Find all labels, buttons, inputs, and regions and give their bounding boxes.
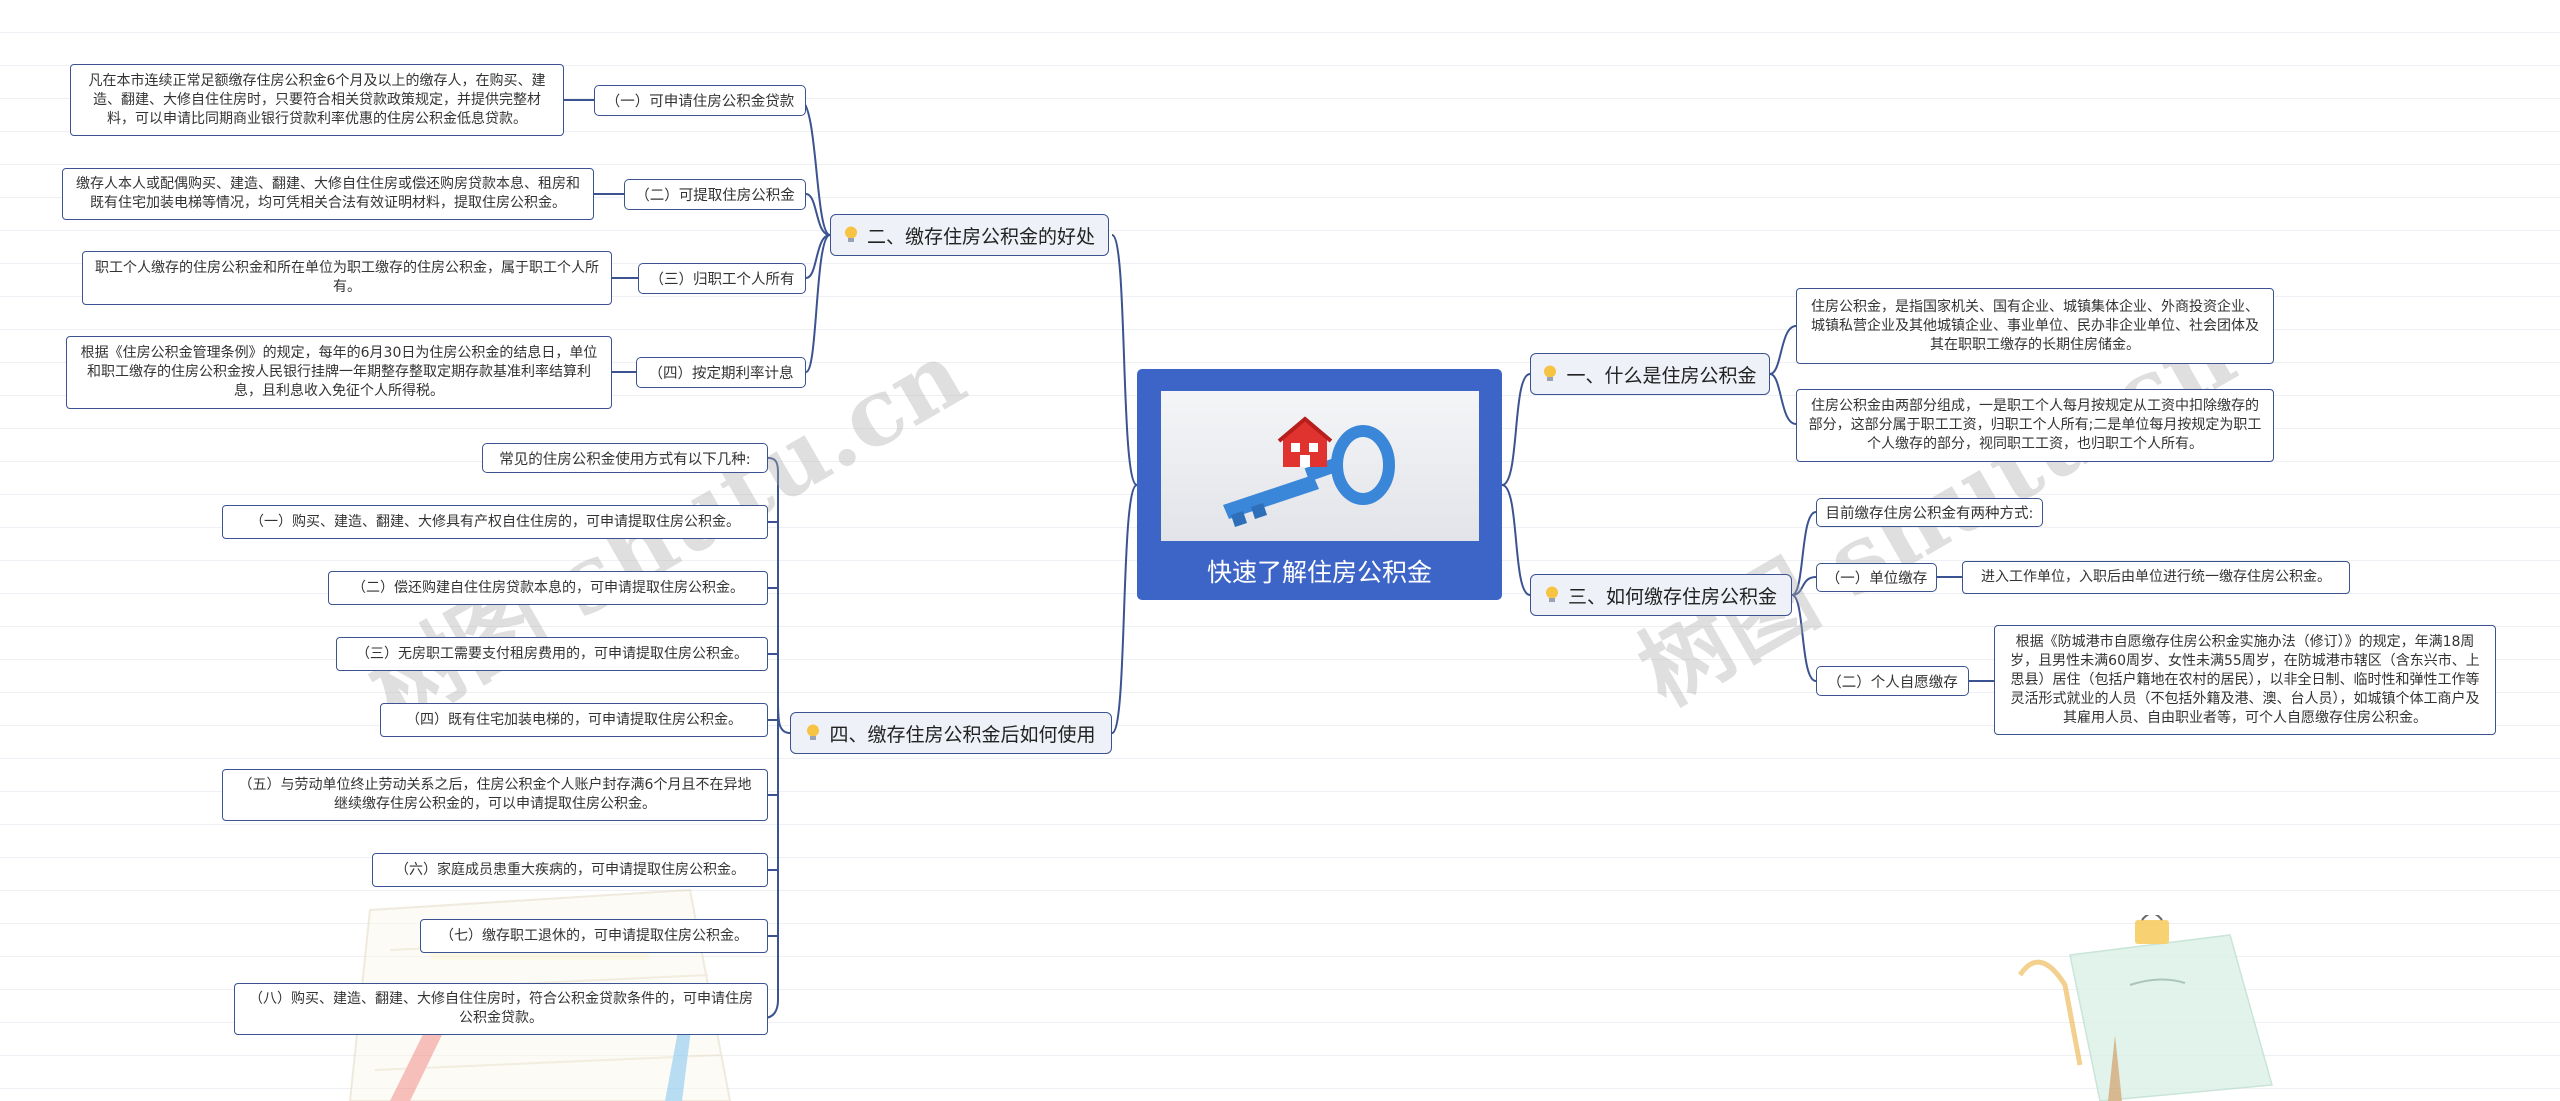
sub-unit-deposit[interactable]: （一）单位缴存: [1816, 563, 1937, 592]
lightbulb-icon: [844, 226, 858, 244]
usage-item-3: （三）无房职工需要支付租房费用的，可申请提取住房公积金。: [336, 637, 768, 671]
usage-item-8: （八）购买、建造、翻建、大修自住住房时，符合公积金贷款条件的，可申请住房公积金贷…: [234, 983, 768, 1035]
sub-interest[interactable]: （四）按定期利率计息: [636, 357, 806, 388]
usage-item-4: （四）既有住宅加装电梯的，可申请提取住房公积金。: [380, 703, 768, 737]
usage-item-7: （七）缴存职工退休的，可申请提取住房公积金。: [420, 919, 768, 953]
branch-label: 二、缴存住房公积金的好处: [866, 225, 1095, 248]
usage-item-5: （五）与劳动单位终止劳动关系之后，住房公积金个人账户封存满6个月且不在异地继续缴…: [222, 769, 768, 821]
lightbulb-icon: [1543, 365, 1557, 383]
branch-how-to-deposit[interactable]: 三、如何缴存住房公积金: [1530, 574, 1792, 616]
leaf-definition: 住房公积金，是指国家机关、国有企业、城镇集体企业、外商投资企业、城镇私营企业及其…: [1796, 288, 2274, 364]
branch-label: 四、缴存住房公积金后如何使用: [829, 723, 1096, 746]
sub-loan[interactable]: （一）可申请住房公积金贷款: [594, 85, 806, 116]
leaf-composition: 住房公积金由两部分组成，一是职工个人每月按规定从工资中扣除缴存的部分，这部分属于…: [1796, 389, 2274, 462]
leaf-ownership: 职工个人缴存的住房公积金和所在单位为职工缴存的住房公积金，属于职工个人所有。: [82, 251, 612, 305]
branch-what-is-fund[interactable]: 一、什么是住房公积金: [1530, 353, 1770, 395]
house-key-icon: [1161, 391, 1479, 541]
leaf-loan: 凡在本市连续正常足额缴存住房公积金6个月及以上的缴存人，在购买、建造、翻建、大修…: [70, 64, 564, 136]
sub-voluntary-deposit[interactable]: （二）个人自愿缴存: [1816, 666, 1969, 696]
usage-item-1: （一）购买、建造、翻建、大修具有产权自住住房的，可申请提取住房公积金。: [222, 505, 768, 539]
lightbulb-icon: [1545, 586, 1559, 604]
sub-ownership[interactable]: （三）归职工个人所有: [638, 263, 806, 294]
lightbulb-icon: [806, 724, 820, 742]
leaf-unit-deposit: 进入工作单位，入职后由单位进行统一缴存住房公积金。: [1962, 561, 2350, 594]
branch-usage[interactable]: 四、缴存住房公积金后如何使用: [790, 712, 1112, 754]
leaf-withdraw: 缴存人本人或配偶购买、建造、翻建、大修自住住房或偿还购房贷款本息、租房和既有住宅…: [62, 168, 594, 220]
branch-label: 三、如何缴存住房公积金: [1567, 585, 1777, 608]
branch-benefits[interactable]: 二、缴存住房公积金的好处: [830, 214, 1109, 256]
root-title: 快速了解住房公积金: [1206, 558, 1432, 587]
usage-item-2: （二）偿还购建自住住房贷款本息的，可申请提取住房公积金。: [328, 571, 768, 605]
root-node[interactable]: 快速了解住房公积金: [1137, 369, 1502, 600]
usage-intro: 常见的住房公积金使用方式有以下几种:: [482, 443, 768, 473]
memo-pin-icon: [2017, 915, 2273, 1101]
leaf-interest: 根据《住房公积金管理条例》的规定，每年的6月30日为住房公积金的结息日，单位和职…: [66, 336, 612, 409]
usage-item-6: （六）家庭成员患重大疾病的，可申请提取住房公积金。: [372, 853, 768, 887]
deposit-intro: 目前缴存住房公积金有两种方式:: [1816, 498, 2043, 527]
branch-label: 一、什么是住房公积金: [1566, 364, 1757, 387]
leaf-voluntary-deposit: 根据《防城港市自愿缴存住房公积金实施办法（修订）》的规定，年满18周岁，且男性未…: [1994, 625, 2496, 735]
sub-withdraw[interactable]: （二）可提取住房公积金: [624, 179, 806, 210]
